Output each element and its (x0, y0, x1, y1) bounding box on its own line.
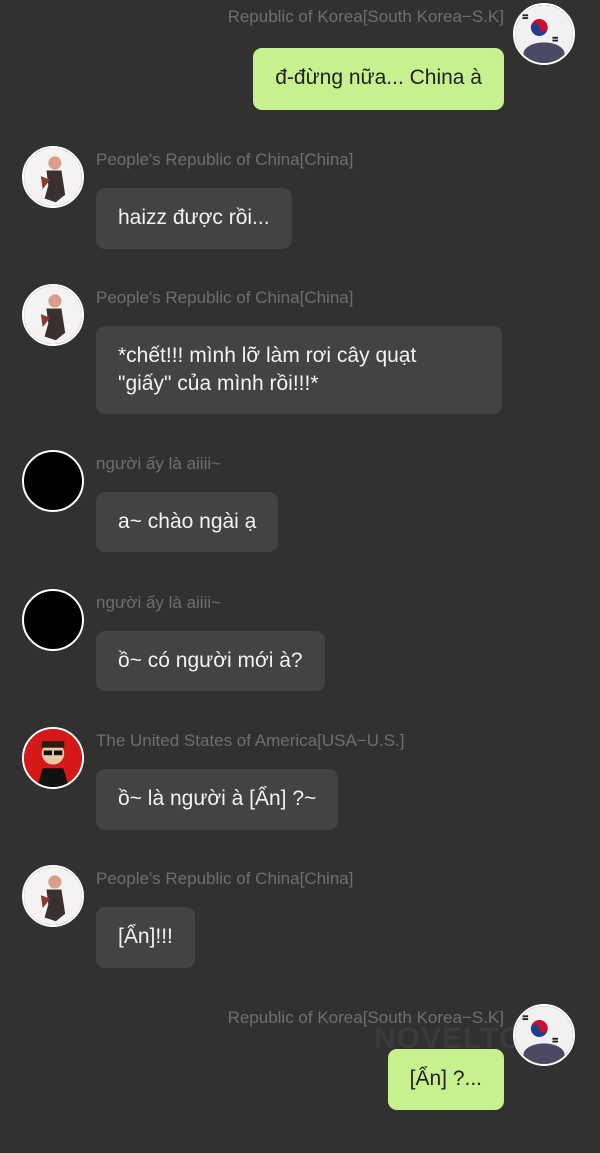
usa-character-icon (24, 729, 82, 787)
sender-name: People's Republic of China[China] (96, 869, 354, 888)
black-avatar[interactable] (22, 589, 84, 651)
china-character-icon (24, 148, 82, 206)
sender-name: người ấy là aiiii~ (96, 593, 222, 612)
china-character-icon (24, 867, 82, 925)
china-character-icon (24, 286, 82, 344)
message-bubble: ồ~ là người à [Ẩn] ?~ (96, 769, 339, 830)
message-bubble: a~ chào ngài ạ (96, 492, 279, 552)
korea-flag-icon (515, 1006, 573, 1064)
message-bubble: [Ẩn]!!! (96, 907, 195, 968)
message-bubble: ồ~ có người mới à? (96, 631, 325, 691)
sender-name: The United States of America[USA−U.S.] (96, 731, 405, 750)
sender-name: People's Republic of China[China] (96, 150, 354, 169)
korea-flag-icon (515, 5, 573, 63)
china-avatar[interactable] (22, 865, 84, 927)
korea-avatar[interactable] (513, 3, 575, 65)
china-avatar[interactable] (22, 284, 84, 346)
sender-name: Republic of Korea[South Korea−S.K] (227, 1008, 504, 1027)
message-bubble: *chết!!! mình lỡ làm rơi cây quạt "giấy"… (96, 326, 502, 414)
black-avatar[interactable] (22, 450, 84, 512)
message-bubble: haizz được rồi... (96, 188, 292, 249)
usa-avatar[interactable] (22, 727, 84, 789)
sender-name: Republic of Korea[South Korea−S.K] (227, 7, 504, 26)
message-bubble: [Ẩn] ?... (387, 1049, 504, 1110)
china-avatar[interactable] (22, 146, 84, 208)
message-bubble: đ-đừng nữa... China à (253, 48, 504, 110)
korea-avatar[interactable] (513, 1004, 575, 1066)
sender-name: People's Republic of China[China] (96, 288, 354, 307)
sender-name: người ấy là aiiii~ (96, 454, 222, 473)
